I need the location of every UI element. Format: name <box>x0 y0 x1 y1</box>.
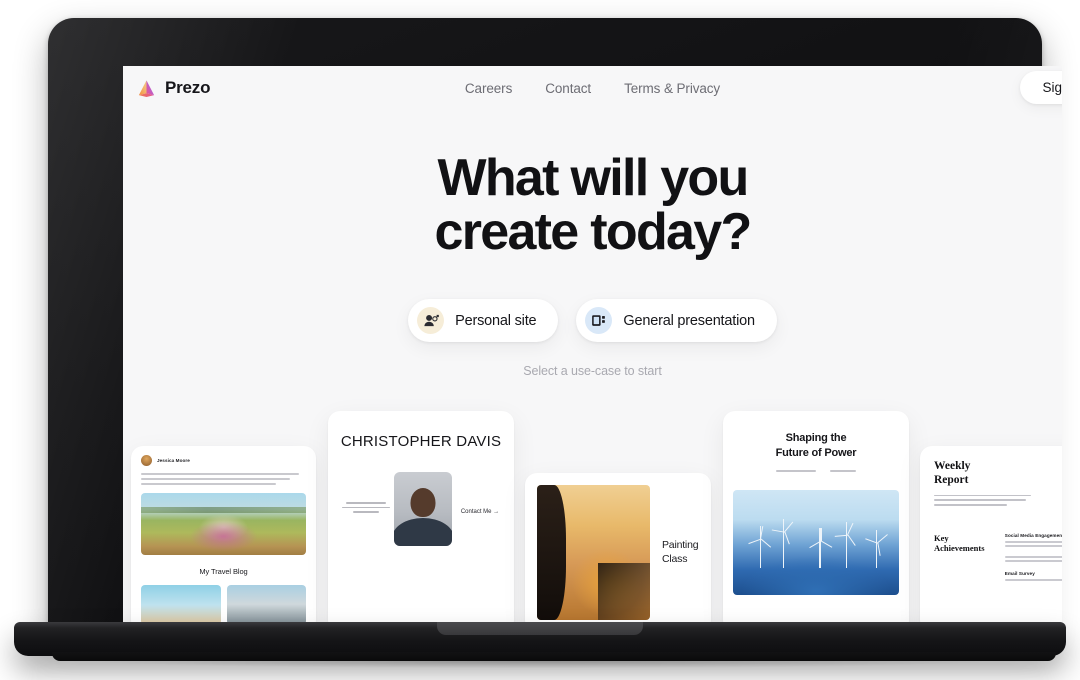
weekly-report-section-1: Social Media Engagement <box>1004 532 1062 538</box>
usecase-options: Personal site General presentation <box>123 299 1062 343</box>
nav-link-careers[interactable]: Careers <box>465 81 512 96</box>
contact-me-link[interactable]: Contact Me → <box>461 509 499 515</box>
christopher-davis-cta-wrap: Contact Me → <box>452 500 508 518</box>
template-card-future-of-power[interactable]: Shaping the Future of Power <box>723 411 909 628</box>
page-title: What will you create today? <box>123 149 1062 261</box>
painting-class-image <box>537 485 650 620</box>
travel-blog-thumbnails <box>131 576 316 625</box>
painting-class-title-line-2: Class <box>662 552 688 565</box>
browser-screen: Prezo Careers Contact Terms & Privacy Si… <box>123 66 1062 628</box>
person-illustration-icon <box>1056 464 1062 525</box>
nav-link-contact[interactable]: Contact <box>545 81 591 96</box>
laptop-base-notch <box>437 622 643 635</box>
site-header: Prezo Careers Contact Terms & Privacy Si… <box>123 66 1062 110</box>
painting-class-title: Painting Class <box>662 539 699 566</box>
weekly-report-section-2: Email Survey <box>1004 570 1035 576</box>
christopher-davis-details <box>334 501 394 516</box>
screenshot-stage: Prezo Careers Contact Terms & Privacy Si… <box>0 0 1080 680</box>
avatar <box>141 455 152 466</box>
travel-blog-author-row: Jessica Moore <box>131 446 316 466</box>
key-achievements-line-1: Key <box>934 532 949 543</box>
weekly-report-key-achievements: Key Achievements <box>934 533 1003 583</box>
travel-blog-paragraph <box>131 466 316 485</box>
nav-links: Careers Contact Terms & Privacy <box>123 66 1062 110</box>
future-of-power-meta <box>723 470 909 473</box>
usecase-general-presentation[interactable]: General presentation <box>576 299 777 343</box>
template-card-christopher-davis[interactable]: CHRISTOPHER DAVIS Contact Me → <box>328 411 514 628</box>
laptop-base-foot <box>52 652 1056 661</box>
travel-blog-hero-photo <box>141 493 306 555</box>
template-card-travel-blog[interactable]: Jessica Moore My Travel Blog <box>131 446 316 628</box>
template-card-painting-class[interactable]: Painting Class <box>525 473 711 628</box>
christopher-davis-portrait <box>394 472 452 546</box>
travel-blog-author: Jessica Moore <box>157 458 190 463</box>
template-card-weekly-report[interactable]: Weekly Report Key Achievements Social Me… <box>920 446 1062 628</box>
christopher-davis-body: Contact Me → <box>328 472 514 546</box>
future-of-power-photo <box>733 490 899 596</box>
hero-section: What will you create today? Personal sit… <box>123 110 1062 378</box>
nav-link-terms-privacy[interactable]: Terms & Privacy <box>624 81 720 96</box>
laptop-base <box>14 622 1066 661</box>
usecase-personal-site[interactable]: Personal site <box>408 299 559 343</box>
christopher-davis-title: CHRISTOPHER DAVIS <box>340 433 502 450</box>
future-of-power-title-line-1: Shaping the <box>785 432 847 444</box>
future-of-power-title: Shaping the Future of Power <box>723 431 909 460</box>
headline-line-1: What will you <box>437 149 749 207</box>
slides-presentation-icon <box>585 307 613 335</box>
usecase-general-presentation-label: General presentation <box>623 312 755 329</box>
template-carousel: Jessica Moore My Travel Blog CHRISTOPHER… <box>123 363 1062 628</box>
weekly-report-illustration <box>1044 460 1062 509</box>
weekly-report-title-line-2: Report <box>934 473 969 486</box>
person-avatar-icon <box>417 307 445 335</box>
future-of-power-title-line-2: Future of Power <box>775 446 857 459</box>
key-achievements-line-2: Achievements <box>934 543 985 554</box>
usecase-personal-site-label: Personal site <box>455 312 537 329</box>
travel-blog-thumb-1 <box>141 585 221 625</box>
travel-blog-title: My Travel Blog <box>199 567 248 576</box>
weekly-report-title-line-1: Weekly <box>934 460 971 472</box>
headline-line-2: create today? <box>434 202 752 261</box>
signup-button[interactable]: Sign up or <box>1020 71 1062 104</box>
travel-blog-thumb-2 <box>226 585 306 625</box>
painting-class-title-line-1: Painting <box>662 539 699 552</box>
laptop-lid: Prezo Careers Contact Terms & Privacy Si… <box>48 18 1062 630</box>
